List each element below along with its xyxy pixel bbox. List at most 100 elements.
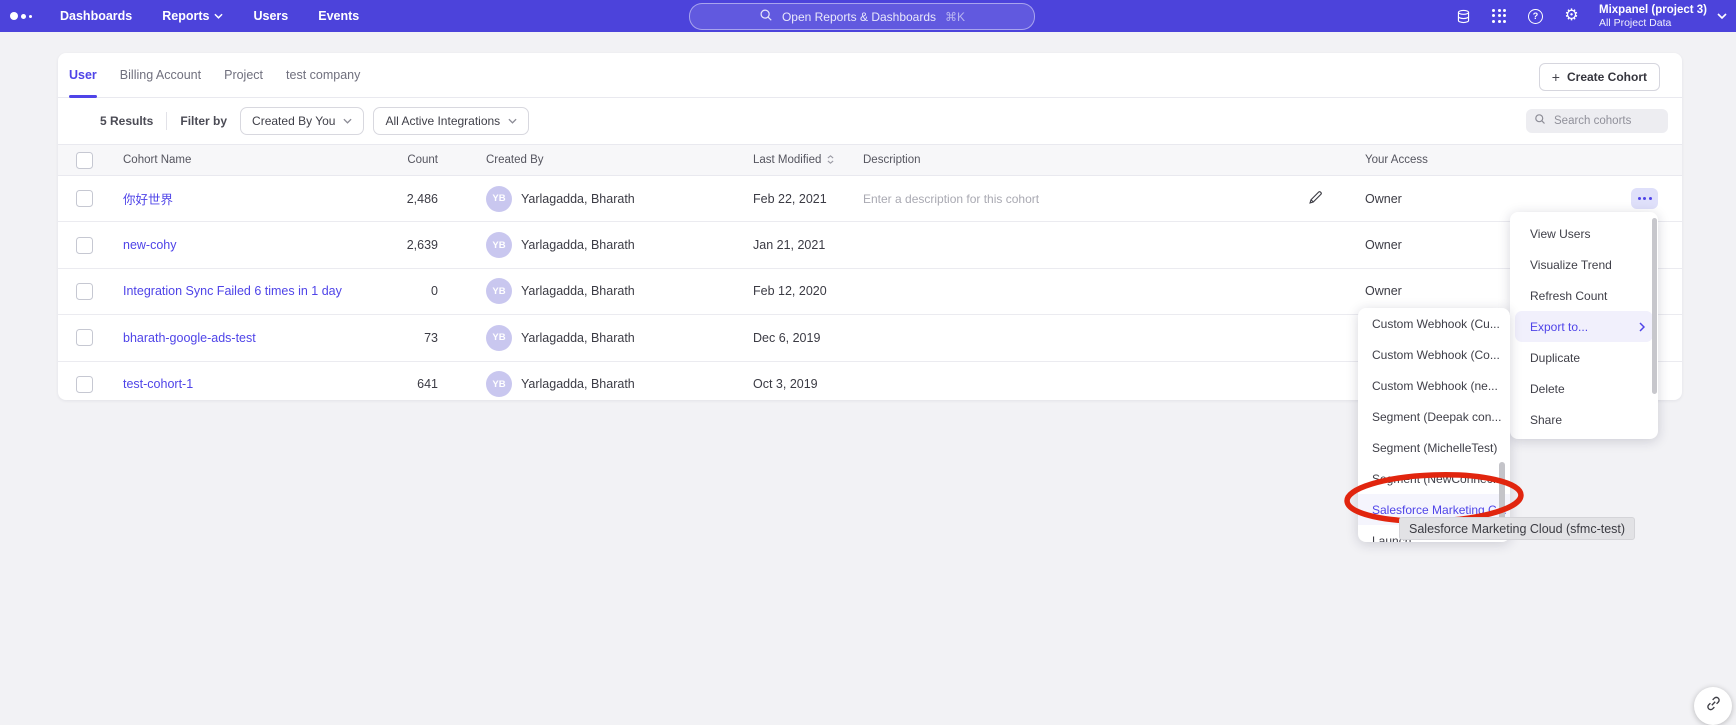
cohort-count: 0: [373, 284, 438, 298]
tab[interactable]: test company: [286, 53, 360, 97]
integrations-filter[interactable]: All Active Integrations: [373, 107, 529, 135]
submenu-item[interactable]: Segment (NewConnec...: [1358, 463, 1510, 494]
cohort-name-link[interactable]: new-cohy: [123, 238, 177, 252]
created-by-filter[interactable]: Created By You: [240, 107, 364, 135]
last-modified-date: Feb 22, 2021: [753, 192, 863, 206]
menu-item[interactable]: Export to...: [1515, 311, 1653, 342]
submenu-item-label: Salesforce Marketing C...: [1372, 503, 1507, 517]
last-modified-date: Oct 3, 2019: [753, 377, 863, 391]
table-row: new-cohy 2,639 YB Yarlagadda, Bharath Ja…: [58, 221, 1682, 267]
submenu-item-label: Segment (NewConnec...: [1372, 472, 1503, 486]
nav-link[interactable]: Events: [318, 9, 359, 23]
menu-item[interactable]: Visualize Trend: [1510, 249, 1658, 280]
created-by-name: Yarlagadda, Bharath: [521, 238, 635, 252]
menu-item-label: Refresh Count: [1530, 289, 1607, 303]
cohort-name-link[interactable]: Integration Sync Failed 6 times in 1 day: [123, 284, 342, 298]
menu-item[interactable]: Duplicate: [1510, 342, 1658, 373]
cohort-name-link[interactable]: test-cohort-1: [123, 377, 193, 391]
search-cohorts-box: [1526, 109, 1668, 133]
nav-link-label: Users: [253, 9, 288, 23]
menu-item[interactable]: Refresh Count: [1510, 280, 1658, 311]
created-by-name: Yarlagadda, Bharath: [521, 284, 635, 298]
nav-link[interactable]: Reports: [162, 9, 223, 23]
global-search-bar[interactable]: Open Reports & Dashboards ⌘K: [689, 3, 1035, 30]
share-link-button[interactable]: [1694, 687, 1732, 725]
col-header-cohort-name[interactable]: Cohort Name: [123, 154, 373, 166]
nav-link[interactable]: Dashboards: [60, 9, 132, 23]
search-cohorts-input[interactable]: [1552, 114, 1648, 128]
menu-item[interactable]: View Users: [1510, 218, 1658, 249]
chevron-right-icon: [1639, 322, 1645, 332]
mixpanel-logo-icon[interactable]: [10, 12, 32, 20]
row-checkbox[interactable]: [76, 190, 93, 207]
submenu-item[interactable]: Custom Webhook (ne...: [1358, 370, 1510, 401]
project-name: Mixpanel (project 3): [1599, 4, 1707, 17]
tab[interactable]: Project: [224, 53, 263, 97]
menu-item[interactable]: Delete: [1510, 373, 1658, 404]
chevron-down-icon: [1717, 13, 1727, 19]
data-definitions-icon[interactable]: [1455, 8, 1472, 25]
table-row: 你好世界 2,486 YB Yarlagadda, Bharath Feb 22…: [58, 176, 1682, 221]
access-level: Owner: [1365, 238, 1402, 252]
avatar: YB: [486, 278, 512, 304]
apps-grid-icon[interactable]: [1491, 8, 1508, 25]
col-header-description: Description: [863, 154, 1365, 166]
submenu-item[interactable]: Custom Webhook (Cu...: [1358, 308, 1510, 339]
created-by-name: Yarlagadda, Bharath: [521, 331, 635, 345]
last-modified-date: Jan 21, 2021: [753, 238, 863, 252]
submenu-item[interactable]: Segment (MichelleTest): [1358, 432, 1510, 463]
search-icon: [759, 8, 773, 25]
menu-item-label: Duplicate: [1530, 351, 1580, 365]
search-icon: [1534, 112, 1546, 130]
tooltip: Salesforce Marketing Cloud (sfmc-test): [1399, 517, 1635, 540]
plus-icon: +: [1552, 69, 1560, 85]
create-cohort-label: Create Cohort: [1567, 70, 1647, 84]
submenu-item[interactable]: Segment (Deepak con...: [1358, 401, 1510, 432]
menu-scrollbar-thumb[interactable]: [1652, 218, 1657, 394]
col-header-created-by[interactable]: Created By: [438, 154, 753, 166]
last-modified-date: Dec 6, 2019: [753, 331, 863, 345]
cohort-count: 641: [373, 377, 438, 391]
create-cohort-button[interactable]: + Create Cohort: [1539, 63, 1660, 91]
project-scope: All Project Data: [1599, 17, 1707, 29]
row-actions-button[interactable]: [1631, 188, 1658, 209]
cohort-count: 2,639: [373, 238, 438, 252]
description-cell[interactable]: Enter a description for this cohort: [863, 190, 1365, 208]
project-switcher[interactable]: Mixpanel (project 3) All Project Data: [1599, 4, 1727, 29]
col-header-count[interactable]: Count: [373, 154, 438, 166]
nav-link[interactable]: Users: [253, 9, 288, 23]
col-header-your-access: Your Access: [1365, 154, 1682, 166]
col-header-last-modified[interactable]: Last Modified: [753, 154, 863, 167]
created-by-filter-label: Created By You: [252, 114, 335, 128]
avatar: YB: [486, 232, 512, 258]
submenu-item[interactable]: Custom Webhook (Co...: [1358, 339, 1510, 370]
tab[interactable]: Billing Account: [120, 53, 201, 97]
chevron-down-icon: [508, 118, 517, 124]
cohort-tabs: User Billing Account Project test compan…: [58, 53, 1682, 98]
row-actions-menu: View Users Visualize Trend Refresh Count…: [1510, 212, 1658, 439]
row-checkbox[interactable]: [76, 376, 93, 393]
row-checkbox[interactable]: [76, 237, 93, 254]
cohort-name-link[interactable]: 你好世界: [123, 193, 173, 207]
tab[interactable]: User: [69, 53, 97, 97]
help-icon[interactable]: ?: [1527, 8, 1544, 25]
last-modified-date: Feb 12, 2020: [753, 284, 863, 298]
chevron-down-icon: [214, 13, 223, 19]
nav-links: Dashboards Reports Users: [60, 9, 359, 23]
menu-item[interactable]: Share: [1510, 404, 1658, 435]
table-header: Cohort Name Count Created By Last Modifi…: [58, 144, 1682, 176]
pencil-icon[interactable]: [1308, 190, 1323, 208]
menu-item-label: Visualize Trend: [1530, 258, 1612, 272]
settings-gear-icon[interactable]: ⚙: [1563, 8, 1580, 25]
select-all-checkbox[interactable]: [76, 152, 93, 169]
menu-item-label: View Users: [1530, 227, 1590, 241]
submenu-item-label: Custom Webhook (Co...: [1372, 348, 1500, 362]
tab-label: Project: [224, 68, 263, 82]
avatar: YB: [486, 371, 512, 397]
menu-item-label: Delete: [1530, 382, 1565, 396]
tooltip-text: Salesforce Marketing Cloud (sfmc-test): [1409, 522, 1625, 536]
tab-label: Billing Account: [120, 68, 201, 82]
row-checkbox[interactable]: [76, 283, 93, 300]
cohort-name-link[interactable]: bharath-google-ads-test: [123, 331, 256, 345]
row-checkbox[interactable]: [76, 329, 93, 346]
